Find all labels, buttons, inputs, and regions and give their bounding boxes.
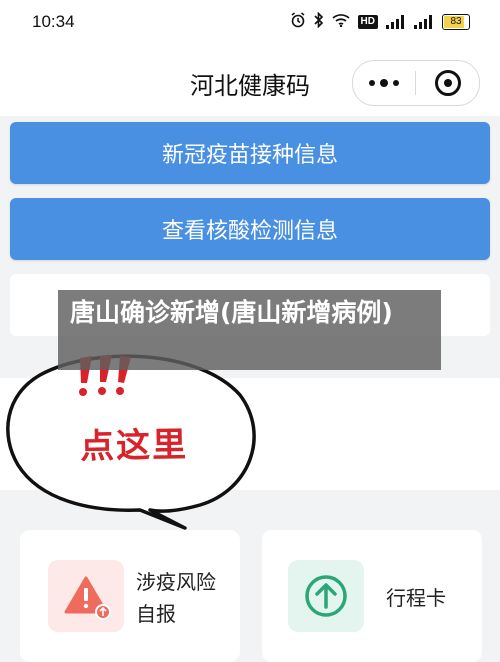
trip-card-label: 行程卡: [386, 586, 446, 610]
risk-report-label: 涉疫风险自报: [136, 570, 216, 626]
click-here-text: 点这里: [79, 425, 189, 467]
bluetooth-icon: [313, 11, 324, 32]
vaccine-info-button[interactable]: 新冠疫苗接种信息: [10, 122, 490, 184]
battery-icon: 83: [442, 14, 470, 30]
risk-report-card[interactable]: 涉疫风险自报: [20, 530, 240, 662]
status-bar: 10:34 HD 83: [0, 0, 500, 44]
overlay-text: 唐山确诊新增(唐山新增病例): [70, 298, 393, 327]
signal-icon: [386, 15, 406, 29]
status-icons: HD 83: [290, 11, 470, 32]
status-time: 10:34: [32, 12, 75, 31]
trip-card[interactable]: 行程卡: [262, 530, 482, 662]
bottom-cards: 涉疫风险自报 行程卡: [0, 520, 500, 662]
warning-icon: [48, 560, 124, 632]
more-dots-icon[interactable]: [353, 61, 415, 105]
mini-program-capsule: [352, 60, 480, 106]
hd-badge: HD: [357, 15, 378, 29]
battery-level: 83: [450, 16, 462, 27]
wifi-icon: [331, 13, 350, 31]
signal-icon: [414, 15, 434, 29]
nucleic-test-button[interactable]: 查看核酸检测信息: [10, 198, 490, 260]
arrow-up-circle-icon: [288, 560, 364, 632]
alarm-icon: [290, 12, 306, 32]
target-close-icon[interactable]: [416, 70, 479, 96]
overlay-banner: 唐山确诊新增(唐山新增病例): [58, 290, 441, 370]
title-bar: 河北健康码: [0, 44, 500, 116]
